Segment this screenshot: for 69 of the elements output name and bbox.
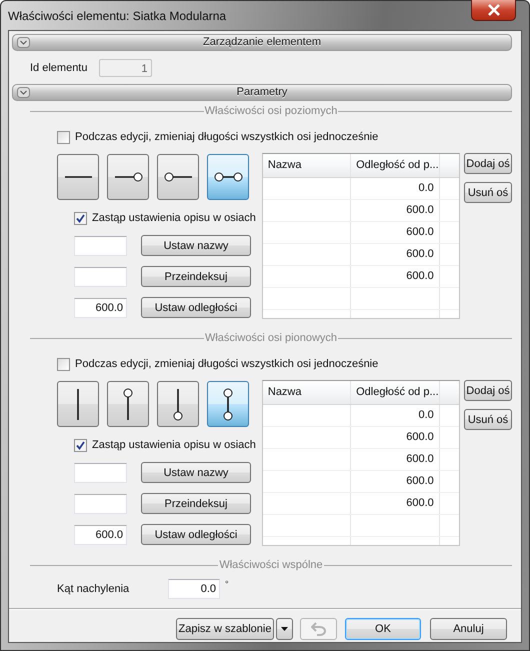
column-header[interactable]: Odległość od p...	[351, 154, 440, 177]
id-label: Id elementu	[30, 62, 88, 74]
action-button[interactable]: Ustaw odległości	[141, 524, 251, 545]
table-cell: 600.0	[351, 200, 440, 221]
side-button[interactable]: Dodaj oś	[464, 380, 512, 401]
group-title: Właściwości wspólne	[218, 559, 324, 571]
axis-style-button[interactable]	[157, 381, 199, 427]
column-header[interactable]: Nazwa	[262, 381, 352, 404]
column-header[interactable]: Nazwa	[262, 154, 352, 177]
window-title: Właściwości elementu: Siatka Modularna	[8, 8, 226, 22]
table-cell: 600.0	[351, 222, 440, 243]
checkbox-label: Podczas edycji, zmieniaj długości wszystkich osi jednocześnie	[75, 131, 378, 143]
table-cell: 600.0	[351, 449, 440, 470]
table-cell: 600.0	[351, 266, 440, 287]
table-cell: 600.0	[351, 244, 440, 265]
angle-field[interactable]: 0.0	[168, 579, 220, 599]
checkbox-label: Zastąp ustawienia opisu w osiach	[92, 212, 256, 224]
column-header[interactable]: Odległość od p...	[351, 381, 440, 404]
save-template-button[interactable]: Zapisz w szablonie	[176, 618, 274, 640]
input-field[interactable]	[74, 494, 127, 514]
input-field[interactable]	[74, 266, 127, 286]
caret-icon	[281, 627, 288, 631]
collapse-icon	[17, 37, 30, 48]
table-cell: 0.0	[351, 405, 440, 426]
checkbox[interactable]	[57, 358, 70, 370]
id-field[interactable]: 1	[99, 59, 152, 77]
group-title: Właściwości osi poziomych	[204, 105, 338, 117]
table-cell: 600.0	[351, 493, 440, 514]
close-icon	[486, 4, 500, 16]
line-with-circle-icon	[214, 172, 242, 182]
line-with-circle-icon	[123, 388, 133, 420]
input-field[interactable]	[74, 236, 127, 256]
line-with-circle-icon	[164, 172, 192, 182]
input-field[interactable]	[74, 462, 127, 482]
ok-button[interactable]: OK	[345, 618, 421, 640]
input-field[interactable]: 600.0	[74, 298, 127, 318]
section-header[interactable]: Zarządzanie elementem	[12, 34, 512, 51]
checkbox[interactable]	[74, 212, 87, 224]
cancel-button[interactable]: Anuluj	[430, 618, 507, 640]
input-field[interactable]: 600.0	[74, 524, 127, 544]
axis-style-button[interactable]	[107, 381, 149, 427]
axis-style-button[interactable]	[207, 154, 249, 200]
line-with-circle-icon	[173, 388, 183, 420]
checkbox[interactable]	[74, 438, 87, 452]
collapse-icon	[17, 87, 30, 98]
angle-label: Kąt nachylenia	[57, 583, 130, 595]
close-button[interactable]	[471, 0, 516, 21]
degree-unit: °	[225, 579, 229, 589]
action-button[interactable]: Przeindeksuj	[141, 493, 251, 514]
line-with-circle-icon	[223, 388, 233, 420]
checkbox-label: Zastąp ustawienia opisu w osiach	[92, 439, 256, 451]
table-cell: 600.0	[351, 427, 440, 448]
dropdown-button[interactable]	[276, 618, 293, 640]
action-button[interactable]: Ustaw nazwy	[141, 462, 251, 483]
checkbox[interactable]	[57, 130, 70, 144]
table-cell: 600.0	[351, 471, 440, 492]
side-button[interactable]: Usuń oś	[464, 409, 512, 430]
group-title: Właściwości osi pionowych	[204, 332, 338, 344]
undo-icon	[310, 622, 326, 636]
axis-style-button[interactable]	[207, 381, 249, 427]
checkbox-label: Podczas edycji, zmieniaj długości wszystkich osi jednocześnie	[75, 358, 378, 370]
action-button[interactable]: Ustaw odległości	[141, 297, 251, 318]
side-button[interactable]: Usuń oś	[464, 182, 512, 203]
action-button[interactable]: Przeindeksuj	[141, 266, 251, 287]
section-header[interactable]: Parametry	[12, 84, 512, 101]
table-cell: 0.0	[351, 178, 440, 199]
action-button[interactable]: Ustaw nazwy	[141, 235, 251, 256]
side-button[interactable]: Dodaj oś	[464, 153, 512, 174]
line-with-circle-icon	[114, 172, 142, 182]
